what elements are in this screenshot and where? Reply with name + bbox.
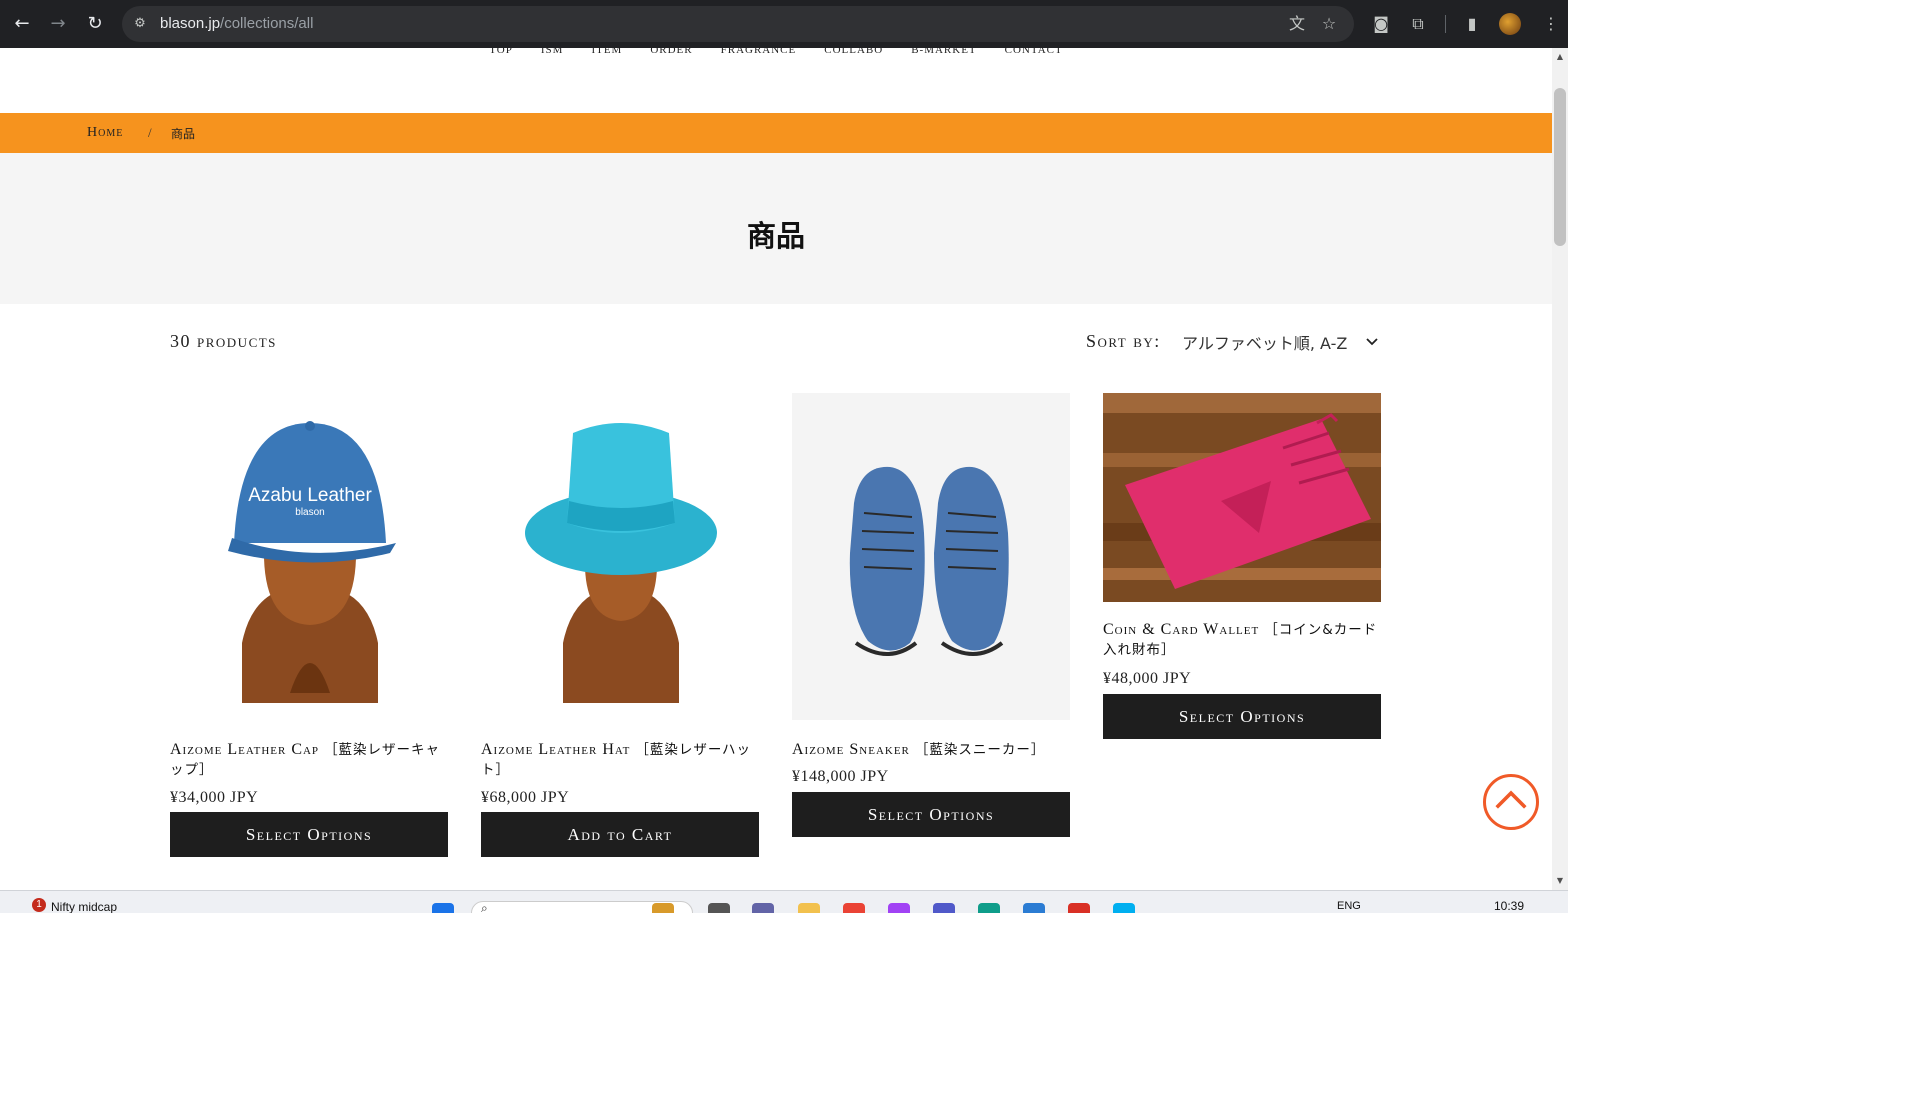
folder-icon[interactable] bbox=[798, 903, 820, 913]
product-image-cap[interactable]: Azabu Leather blason bbox=[170, 393, 448, 720]
svg-text:blason: blason bbox=[295, 507, 324, 518]
scroll-up-icon[interactable]: ▲ bbox=[1552, 50, 1568, 64]
extensions-icon[interactable]: ⧉ bbox=[1407, 13, 1429, 35]
nav-item-item[interactable]: ITEM bbox=[591, 48, 622, 56]
back-icon[interactable]: ← bbox=[8, 10, 36, 38]
product-image-hat[interactable] bbox=[481, 393, 759, 720]
nav-item-fragrance[interactable]: FRAGRANCE bbox=[721, 48, 797, 56]
breadcrumb-home-link[interactable]: Home bbox=[87, 125, 123, 141]
forward-icon[interactable]: → bbox=[44, 10, 72, 38]
url-path: /collections/all bbox=[220, 15, 314, 32]
scroll-to-top-icon[interactable] bbox=[1483, 774, 1539, 830]
toolbar-divider bbox=[1445, 15, 1446, 33]
nav-item-collabo[interactable]: COLLABO bbox=[824, 48, 883, 56]
language-indicator[interactable]: ENG bbox=[1337, 900, 1361, 912]
nav-item-b-market[interactable]: B-MARKET bbox=[911, 48, 976, 56]
search-icon: ⌕ bbox=[481, 901, 488, 913]
scroll-down-icon[interactable]: ▼ bbox=[1552, 874, 1568, 888]
collection-header: 商品 bbox=[0, 153, 1552, 304]
windows-start-icon[interactable] bbox=[432, 903, 454, 913]
nav-item-ism[interactable]: ISM bbox=[541, 48, 564, 56]
vscode-icon[interactable] bbox=[1023, 903, 1045, 913]
notification-badge: 1 bbox=[32, 898, 46, 912]
product-title[interactable]: Coin & Card Wallet ［コイン&カード入れ財布］ bbox=[1103, 620, 1381, 660]
chrome-icon[interactable] bbox=[843, 903, 865, 913]
breadcrumb: Home / 商品 bbox=[0, 113, 1552, 153]
browser-toolbar: ← → ↻ ⚙ blason.jp/collections/all 文 ☆ ◙ … bbox=[0, 0, 1568, 48]
product-image-wallet[interactable] bbox=[1103, 393, 1381, 602]
camera-icon[interactable]: ◙ bbox=[1370, 13, 1392, 35]
product-card: Coin & Card Wallet ［コイン&カード入れ財布］ ¥48,000… bbox=[1103, 393, 1381, 739]
product-price: ¥148,000 JPY bbox=[792, 768, 889, 785]
teams-icon[interactable] bbox=[933, 903, 955, 913]
nav-item-top[interactable]: TOP bbox=[489, 48, 513, 56]
product-title-en: Coin & Card Wallet bbox=[1103, 621, 1260, 638]
product-title[interactable]: Aizome Leather Cap ［藍染レザーキャップ］ bbox=[170, 740, 448, 780]
bookmark-star-icon[interactable]: ☆ bbox=[1318, 13, 1340, 35]
product-title-en: Aizome Leather Cap bbox=[170, 741, 320, 758]
taskbar-widget-label[interactable]: Nifty midcap bbox=[51, 900, 117, 913]
taskbar-app-icon[interactable] bbox=[652, 903, 674, 913]
url-text[interactable]: blason.jp/collections/all bbox=[160, 14, 313, 34]
product-price: ¥48,000 JPY bbox=[1103, 670, 1192, 687]
product-count: 30 products bbox=[170, 331, 277, 351]
taskbar-app-icon[interactable] bbox=[752, 903, 774, 913]
scrollbar-thumb[interactable] bbox=[1554, 88, 1566, 246]
product-price: ¥34,000 JPY bbox=[170, 789, 259, 806]
select-options-button[interactable]: Select Options bbox=[170, 812, 448, 857]
profile-avatar[interactable] bbox=[1499, 13, 1521, 35]
breadcrumb-current: 商品 bbox=[171, 127, 196, 141]
taskbar-app-icon[interactable] bbox=[1068, 903, 1090, 913]
chevron-down-icon[interactable] bbox=[1365, 332, 1379, 350]
edge-icon[interactable] bbox=[978, 903, 1000, 913]
more-menu-icon[interactable]: ⋮ bbox=[1540, 13, 1562, 35]
reload-icon[interactable]: ↻ bbox=[81, 10, 109, 38]
product-image-sneaker[interactable] bbox=[792, 393, 1070, 720]
sort-select[interactable]: アルファベット順, A-Z bbox=[1182, 330, 1347, 354]
os-taskbar: 1 Nifty midcap ⌕ ENG 10:39 bbox=[0, 890, 1568, 913]
breadcrumb-separator: / bbox=[148, 125, 152, 140]
sort-label: Sort by: bbox=[1086, 331, 1161, 351]
nav-item-contact[interactable]: CONTACT bbox=[1005, 48, 1063, 56]
taskbar-app-icon[interactable] bbox=[888, 903, 910, 913]
system-clock[interactable]: 10:39 bbox=[1494, 899, 1524, 913]
taskbar-app-icon[interactable] bbox=[708, 903, 730, 913]
select-options-button[interactable]: Select Options bbox=[792, 792, 1070, 837]
select-options-button[interactable]: Select Options bbox=[1103, 694, 1381, 739]
product-title-jp: ［藍染スニーカー］ bbox=[914, 742, 1046, 758]
page-title: 商品 bbox=[746, 219, 805, 253]
product-title[interactable]: Aizome Leather Hat ［藍染レザーハット］ bbox=[481, 740, 759, 780]
svg-text:Azabu Leather: Azabu Leather bbox=[248, 485, 372, 506]
product-card: Aizome Leather Hat ［藍染レザーハット］ ¥68,000 JP… bbox=[481, 393, 759, 858]
product-price: ¥68,000 JPY bbox=[481, 789, 570, 806]
product-title-en: Aizome Leather Hat bbox=[481, 741, 631, 758]
translate-icon[interactable]: 文 bbox=[1286, 13, 1308, 35]
site-info-icon[interactable]: ⚙ bbox=[130, 14, 150, 34]
product-title[interactable]: Aizome Sneaker ［藍染スニーカー］ bbox=[792, 740, 1070, 760]
add-to-cart-button[interactable]: Add to Cart bbox=[481, 812, 759, 857]
product-card: Aizome Sneaker ［藍染スニーカー］ ¥148,000 JPY Se… bbox=[792, 393, 1070, 837]
side-panel-icon[interactable]: ▮ bbox=[1461, 13, 1483, 35]
url-domain: blason.jp bbox=[160, 15, 221, 32]
skype-icon[interactable] bbox=[1113, 903, 1135, 913]
site-nav: TOP ISM ITEM ORDER FRAGRANCE COLLABO B-M… bbox=[0, 48, 1552, 60]
product-card: Azabu Leather blason Aizome Leather Cap … bbox=[170, 393, 448, 858]
page-content: TOP ISM ITEM ORDER FRAGRANCE COLLABO B-M… bbox=[0, 48, 1552, 890]
nav-item-order[interactable]: ORDER bbox=[650, 48, 692, 56]
product-title-en: Aizome Sneaker bbox=[792, 741, 910, 758]
